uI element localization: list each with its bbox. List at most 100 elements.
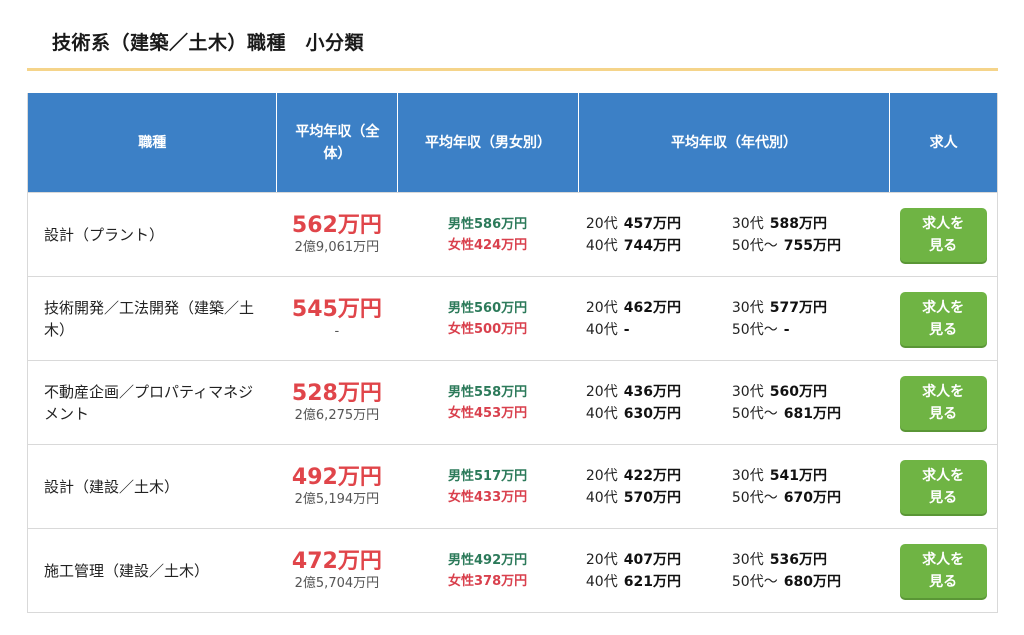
age-label: 50代〜 <box>731 321 778 338</box>
total-amount: - <box>334 323 340 339</box>
age-item: 40代 570万円 <box>586 488 732 508</box>
view-jobs-button[interactable]: 求人を見る <box>899 207 987 262</box>
age-value: 536万円 <box>769 551 827 568</box>
age-item: 20代 422万円 <box>586 466 732 486</box>
age-value: 570万円 <box>623 489 681 506</box>
view-jobs-button[interactable]: 求人を見る <box>899 459 987 514</box>
female-salary: 女性378万円 <box>448 573 528 589</box>
age-cell: 20代 462万円 30代 577万円 40代 -50代〜 - <box>578 277 889 360</box>
view-jobs-label[interactable]: 求人を見る <box>920 465 966 509</box>
age-item: 20代 436万円 <box>586 382 732 402</box>
avg-total-cell: 472万円 2億5,704万円 <box>277 529 398 612</box>
gender-cell: 男性560万円 女性500万円 <box>397 277 578 360</box>
age-value: 588万円 <box>769 215 827 232</box>
female-salary: 女性453万円 <box>448 405 528 421</box>
page-title: 技術系（建築／土木）職種 小分類 <box>52 32 365 54</box>
age-label: 30代 <box>731 467 764 484</box>
age-label: 50代〜 <box>731 237 778 254</box>
total-amount: 2億9,061万円 <box>294 239 380 255</box>
job-name[interactable]: 技術開発／工法開発（建築／土木） <box>28 277 277 360</box>
avg-total-cell: 492万円 2億5,194万円 <box>277 445 398 528</box>
view-jobs-button[interactable]: 求人を見る <box>899 543 987 598</box>
table-row: 施工管理（建設／土木） 472万円 2億5,704万円 男性492万円 女性37… <box>28 528 997 612</box>
age-label: 20代 <box>585 383 618 400</box>
job-name[interactable]: 施工管理（建設／土木） <box>28 529 277 612</box>
age-label: 30代 <box>731 551 764 568</box>
job-name[interactable]: 不動産企画／プロパティマネジメント <box>28 361 277 444</box>
age-item: 50代〜 - <box>732 320 882 340</box>
age-label: 50代〜 <box>731 573 778 590</box>
table-row: 技術開発／工法開発（建築／土木） 545万円 - 男性560万円 女性500万円… <box>28 276 997 360</box>
age-value: 755万円 <box>783 237 841 254</box>
age-cell: 20代 422万円 30代 541万円 40代 570万円 50代〜 670万円 <box>578 445 889 528</box>
total-amount: 2億5,704万円 <box>294 575 380 591</box>
male-salary: 男性517万円 <box>448 468 528 484</box>
gender-cell: 男性517万円 女性433万円 <box>397 445 578 528</box>
avg-total-cell: 545万円 - <box>277 277 398 360</box>
view-jobs-label[interactable]: 求人を見る <box>920 549 966 593</box>
age-item: 40代 744万円 <box>586 236 732 256</box>
view-jobs-button[interactable]: 求人を見る <box>899 375 987 430</box>
avg-total-cell: 562万円 2億9,061万円 <box>277 193 398 276</box>
jobs-cell: 求人を見る <box>889 193 997 276</box>
table-row: 設計（プラント） 562万円 2億9,061万円 男性586万円 女性424万円… <box>28 192 997 276</box>
job-name-text[interactable]: 技術開発／工法開発（建築／土木） <box>44 297 262 341</box>
age-item: 40代 630万円 <box>586 404 732 424</box>
female-salary: 女性424万円 <box>448 237 528 253</box>
job-name[interactable]: 設計（プラント） <box>28 193 277 276</box>
age-label: 40代 <box>585 489 618 506</box>
age-grid: 20代 457万円 30代 588万円 40代 744万円 50代〜 755万円 <box>586 214 882 256</box>
table-body: 設計（プラント） 562万円 2億9,061万円 男性586万円 女性424万円… <box>28 192 997 612</box>
male-salary: 男性492万円 <box>448 552 528 568</box>
view-jobs-label[interactable]: 求人を見る <box>920 381 966 425</box>
view-jobs-label[interactable]: 求人を見る <box>920 213 966 257</box>
age-item: 40代 - <box>586 320 732 340</box>
salary-table: 職種 平均年収（全体） 平均年収（男女別） 平均年収（年代別） 求人 設計（プラ… <box>27 93 998 613</box>
job-name-text[interactable]: 不動産企画／プロパティマネジメント <box>44 381 262 425</box>
age-value: 422万円 <box>623 467 681 484</box>
job-name-text[interactable]: 設計（プラント） <box>44 224 262 246</box>
avg-salary: 472万円 <box>291 548 382 574</box>
jobs-cell: 求人を見る <box>889 445 997 528</box>
female-salary: 女性500万円 <box>448 321 528 337</box>
age-value: 630万円 <box>623 405 681 422</box>
age-value: 681万円 <box>783 405 841 422</box>
age-value: 462万円 <box>623 299 681 316</box>
age-item: 50代〜 680万円 <box>732 572 882 592</box>
male-salary: 男性586万円 <box>448 216 528 232</box>
male-salary: 男性560万円 <box>448 300 528 316</box>
job-name[interactable]: 設計（建設／土木） <box>28 445 277 528</box>
title-divider <box>27 68 998 71</box>
job-name-text[interactable]: 設計（建設／土木） <box>44 476 262 498</box>
age-value: 621万円 <box>623 573 681 590</box>
age-item: 50代〜 755万円 <box>732 236 882 256</box>
age-label: 30代 <box>731 383 764 400</box>
gender-cell: 男性492万円 女性378万円 <box>397 529 578 612</box>
age-label: 30代 <box>731 299 764 316</box>
age-item: 50代〜 670万円 <box>732 488 882 508</box>
jobs-cell: 求人を見る <box>889 277 997 360</box>
jobs-cell: 求人を見る <box>889 529 997 612</box>
age-value: 457万円 <box>623 215 681 232</box>
avg-total-cell: 528万円 2億6,275万円 <box>277 361 398 444</box>
age-value: 560万円 <box>769 383 827 400</box>
age-grid: 20代 462万円 30代 577万円 40代 -50代〜 - <box>586 298 882 340</box>
age-value: 407万円 <box>623 551 681 568</box>
male-salary: 男性558万円 <box>448 384 528 400</box>
age-item: 30代 560万円 <box>732 382 882 402</box>
age-value: 541万円 <box>769 467 827 484</box>
age-grid: 20代 407万円 30代 536万円 40代 621万円 50代〜 680万円 <box>586 550 882 592</box>
age-grid: 20代 436万円 30代 560万円 40代 630万円 50代〜 681万円 <box>586 382 882 424</box>
age-label: 40代 <box>585 321 618 338</box>
age-value: - <box>623 321 630 338</box>
job-name-text[interactable]: 施工管理（建設／土木） <box>44 560 262 582</box>
view-jobs-label[interactable]: 求人を見る <box>920 297 966 341</box>
age-value: 680万円 <box>783 573 841 590</box>
total-amount: 2億6,275万円 <box>294 407 380 423</box>
age-label: 20代 <box>585 467 618 484</box>
age-cell: 20代 457万円 30代 588万円 40代 744万円 50代〜 755万円 <box>578 193 889 276</box>
view-jobs-button[interactable]: 求人を見る <box>899 291 987 346</box>
table-row: 不動産企画／プロパティマネジメント 528万円 2億6,275万円 男性558万… <box>28 360 997 444</box>
age-value: 436万円 <box>623 383 681 400</box>
avg-salary: 492万円 <box>291 464 382 490</box>
